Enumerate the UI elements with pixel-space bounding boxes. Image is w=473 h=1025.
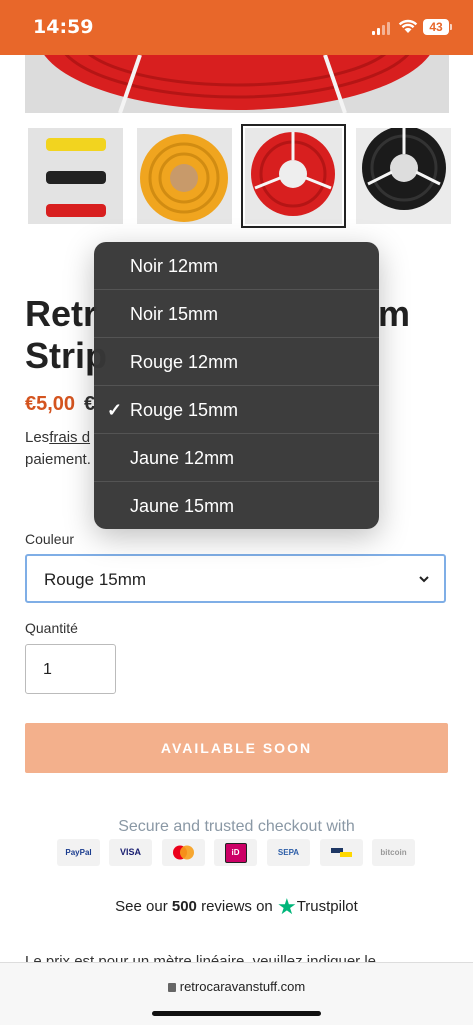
option-rouge-15mm[interactable]: ✓ Rouge 15mm bbox=[94, 386, 379, 434]
battery-icon: 43 bbox=[423, 19, 449, 35]
visa-icon: VISA bbox=[109, 839, 152, 866]
lock-icon bbox=[167, 983, 176, 992]
mastercard-icon bbox=[162, 839, 205, 866]
paypal-icon: PayPal bbox=[57, 839, 100, 866]
option-rouge-12mm[interactable]: Rouge 12mm bbox=[94, 338, 379, 386]
color-select[interactable]: Rouge 15mm bbox=[25, 554, 446, 603]
quantity-label: Quantité bbox=[25, 620, 78, 636]
product-main-image[interactable] bbox=[25, 55, 449, 113]
status-bar: 14:59 43 bbox=[0, 0, 473, 55]
option-noir-12mm[interactable]: Noir 12mm bbox=[94, 242, 379, 290]
variant-label: Couleur bbox=[25, 531, 75, 547]
sepa-icon: SEPA bbox=[267, 839, 310, 866]
color-select-value: Rouge 15mm bbox=[44, 570, 147, 589]
thumbnail-variants[interactable] bbox=[28, 128, 123, 224]
trustpilot-reviews[interactable]: See our 500 reviews on ★Trustpilot bbox=[0, 894, 473, 920]
chevron-down-icon bbox=[419, 576, 429, 583]
available-soon-button[interactable]: AVAILABLE SOON bbox=[25, 723, 448, 773]
cellular-signal-icon bbox=[372, 21, 390, 35]
product-price: €5,00 bbox=[25, 393, 76, 415]
checkmark-icon: ✓ bbox=[107, 400, 123, 420]
color-options-menu: Noir 12mm Noir 15mm Rouge 12mm ✓ Rouge 1… bbox=[94, 242, 379, 529]
thumbnail-rouge[interactable] bbox=[241, 124, 346, 228]
option-jaune-15mm[interactable]: Jaune 15mm bbox=[94, 482, 379, 529]
shipping-link[interactable]: frais d bbox=[49, 429, 90, 446]
thumbnail-noir[interactable] bbox=[356, 128, 451, 224]
ideal-icon: iD bbox=[214, 839, 257, 866]
home-indicator[interactable] bbox=[152, 1011, 321, 1016]
bancontact-icon bbox=[320, 839, 363, 866]
url-text: retrocaravanstuff.com bbox=[179, 979, 306, 994]
shipping-note: Lesfrais d paiement. bbox=[25, 429, 91, 468]
browser-address-bar[interactable]: retrocaravanstuff.com bbox=[0, 962, 473, 1025]
thumbnail-jaune[interactable] bbox=[137, 128, 232, 224]
secure-checkout-heading: Secure and trusted checkout with bbox=[118, 818, 355, 835]
clock: 14:59 bbox=[33, 16, 94, 38]
option-noir-15mm[interactable]: Noir 15mm bbox=[94, 290, 379, 338]
option-jaune-12mm[interactable]: Jaune 12mm bbox=[94, 434, 379, 482]
bitcoin-icon: bitcoin bbox=[372, 839, 415, 866]
trustpilot-star-icon: ★ bbox=[276, 894, 297, 919]
wifi-icon bbox=[398, 19, 418, 33]
quantity-input[interactable]: 1 bbox=[25, 644, 116, 694]
